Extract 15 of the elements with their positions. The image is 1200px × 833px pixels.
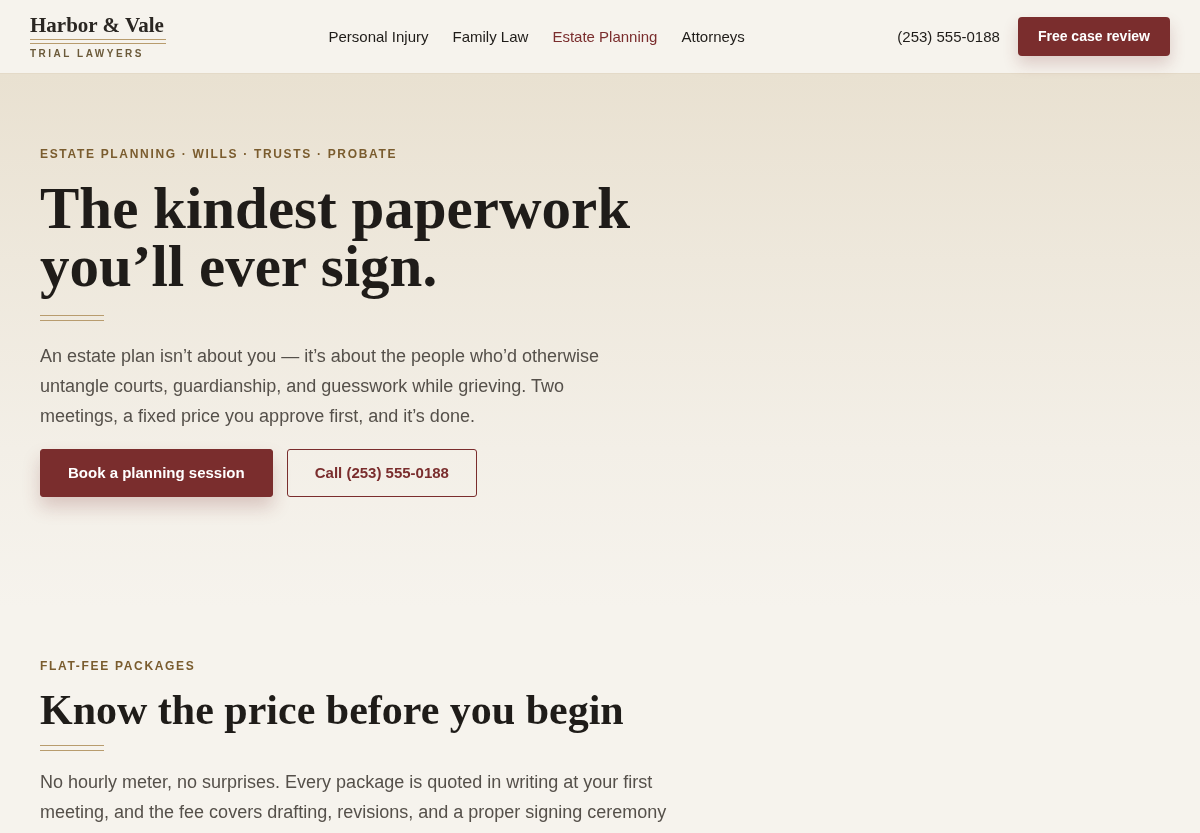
packages-heading: Know the price before you begin [40, 686, 625, 735]
packages-description: No hourly meter, no surprises. Every package is quoted in writing at your first meeting, and the fee covers drafting, revisions, and a proper signing ceremony [40, 771, 668, 824]
packages-eyebrow: FLAT-FEE PACKAGES [40, 659, 197, 673]
call-button[interactable]: Call (253) 555-0188 [286, 449, 477, 497]
nav-link[interactable]: Personal Injury [328, 26, 429, 47]
logo-tagline: TRIAL LAWYERS [30, 48, 144, 60]
logo-wordmark[interactable]: Harbor & Vale [30, 13, 164, 37]
free-case-review-button[interactable]: Free case review [1017, 17, 1170, 56]
book-session-button[interactable]: Book a planning session [40, 449, 273, 497]
nav-link[interactable]: Estate Planning [552, 26, 658, 47]
hero-description: An estate plan isn’t about you — it’s about the people who’d otherwise untangle courts, guardianship, and guesswork while grieving. Two meetings, a fixed price you approve first, and it’s done. [40, 345, 601, 428]
hero-eyebrow: ESTATE PLANNING · WILLS · TRUSTS · PROBATE [40, 147, 399, 161]
phone-link[interactable]: (253) 555-0188 [897, 26, 1000, 47]
nav-link[interactable]: Family Law [452, 26, 529, 47]
nav-link[interactable]: Attorneys [681, 26, 745, 47]
